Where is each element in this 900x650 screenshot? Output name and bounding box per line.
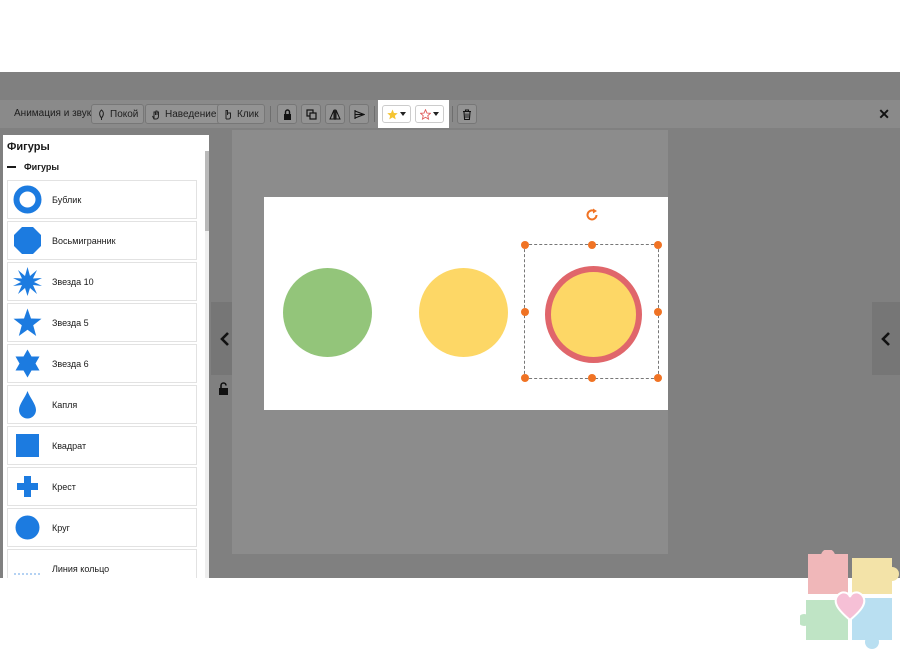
shape-item-label: Звезда 5 (52, 318, 89, 328)
square-icon (16, 434, 39, 457)
shapes-group-toggle[interactable]: Фигуры (7, 162, 59, 172)
star6-icon (15, 349, 40, 378)
collapse-minus-icon (7, 166, 16, 168)
copy-icon (305, 108, 317, 120)
shape-item-label: Капля (52, 400, 78, 410)
state-hover-button[interactable]: Наведение (145, 104, 223, 124)
shape-item-cross[interactable]: Крест (7, 467, 197, 506)
align-icon (353, 109, 365, 119)
resize-handle-sw[interactable] (521, 374, 529, 382)
caret-down-icon (433, 112, 439, 116)
resize-handle-e[interactable] (654, 307, 662, 316)
green-circle-shape[interactable] (283, 268, 372, 357)
close-icon[interactable]: ✕ (878, 106, 890, 123)
trash-icon (463, 108, 471, 120)
duplicate-button[interactable] (301, 104, 321, 124)
shape-item-ring[interactable]: Бублик (7, 180, 197, 219)
shape-item-square[interactable]: Квадрат (7, 426, 197, 465)
shape-item-dotted-line[interactable]: Линия кольцо (7, 549, 197, 578)
editor-window: Анимация и звук Покой Наведение Клик ✕ Ф… (0, 72, 900, 578)
shape-item-star6[interactable]: Звезда 6 (7, 344, 197, 383)
flip-icon (329, 108, 341, 120)
state-rest-label: Покой (110, 108, 139, 120)
unlock-icon[interactable] (218, 382, 229, 400)
shape-item-label: Линия кольцо (52, 564, 110, 574)
toolbar-divider (452, 106, 453, 122)
yellow-circle-shape[interactable] (419, 268, 508, 357)
toolbar-divider (374, 106, 375, 122)
resize-handle-se[interactable] (654, 374, 662, 382)
shape-item-star10[interactable]: Звезда 10 (7, 262, 197, 301)
rotate-handle-icon[interactable] (585, 208, 599, 222)
expand-right-panel-button[interactable] (872, 302, 900, 375)
chevron-left-icon (220, 331, 229, 346)
resize-handle-n[interactable] (587, 241, 596, 249)
resize-handle-w[interactable] (521, 307, 529, 316)
dotted-line-icon (14, 573, 41, 575)
drop-icon (19, 391, 36, 419)
resize-handle-ne[interactable] (654, 241, 662, 249)
stroke-color-picker[interactable] (415, 105, 444, 123)
shape-item-label: Квадрат (52, 441, 87, 451)
pointer-hand-icon (225, 109, 231, 119)
state-click-button[interactable]: Клик (217, 104, 265, 124)
ring-icon (13, 185, 42, 214)
star10-icon (13, 267, 42, 296)
delete-button[interactable] (457, 104, 477, 124)
circle-icon (15, 515, 40, 540)
panel-scrollbar[interactable] (205, 151, 209, 578)
cross-icon (17, 476, 38, 497)
state-rest-button[interactable]: Покой (91, 104, 145, 124)
shapes-panel: Фигуры Фигуры Бублик Восьмигранник Звезд… (3, 135, 209, 578)
shape-item-label: Восьмигранник (52, 236, 116, 246)
shape-item-label: Крест (52, 482, 76, 492)
shape-item-drop[interactable]: Капля (7, 385, 197, 424)
filled-star-icon (387, 108, 398, 119)
chevron-left-icon (881, 331, 890, 346)
resize-handle-s[interactable] (587, 374, 596, 382)
fill-color-picker[interactable] (382, 105, 411, 123)
selection-box[interactable] (521, 241, 662, 382)
lock-button[interactable] (277, 104, 297, 124)
puzzle-heart-logo (800, 550, 899, 649)
slide-canvas[interactable] (264, 197, 668, 410)
hand-icon (152, 110, 159, 119)
feather-icon (99, 108, 104, 120)
flip-horizontal-button[interactable] (325, 104, 345, 124)
align-button[interactable] (349, 104, 369, 124)
shape-item-label: Круг (52, 523, 70, 533)
lock-icon (283, 108, 291, 120)
resize-handle-nw[interactable] (521, 241, 529, 249)
outline-star-icon (420, 108, 431, 120)
state-hover-label: Наведение (165, 108, 217, 120)
animation-sound-label: Анимация и звук (14, 108, 92, 119)
color-picker-group (378, 100, 449, 128)
toolbar: Анимация и звук Покой Наведение Клик ✕ (0, 100, 900, 128)
star5-icon (13, 308, 42, 336)
shape-item-octagon[interactable]: Восьмигранник (7, 221, 197, 260)
caret-down-icon (400, 112, 406, 116)
octagon-icon (14, 227, 41, 254)
shape-item-label: Звезда 6 (52, 359, 89, 369)
shape-item-label: Бублик (52, 195, 82, 205)
shape-item-circle[interactable]: Круг (7, 508, 197, 547)
panel-scrollbar-thumb[interactable] (205, 151, 209, 231)
shape-item-star5[interactable]: Звезда 5 (7, 303, 197, 342)
panel-title: Фигуры (7, 141, 50, 153)
shape-item-label: Звезда 10 (52, 277, 94, 287)
toolbar-divider (270, 106, 271, 122)
shapes-group-label: Фигуры (24, 162, 60, 172)
state-click-label: Клик (237, 108, 259, 120)
